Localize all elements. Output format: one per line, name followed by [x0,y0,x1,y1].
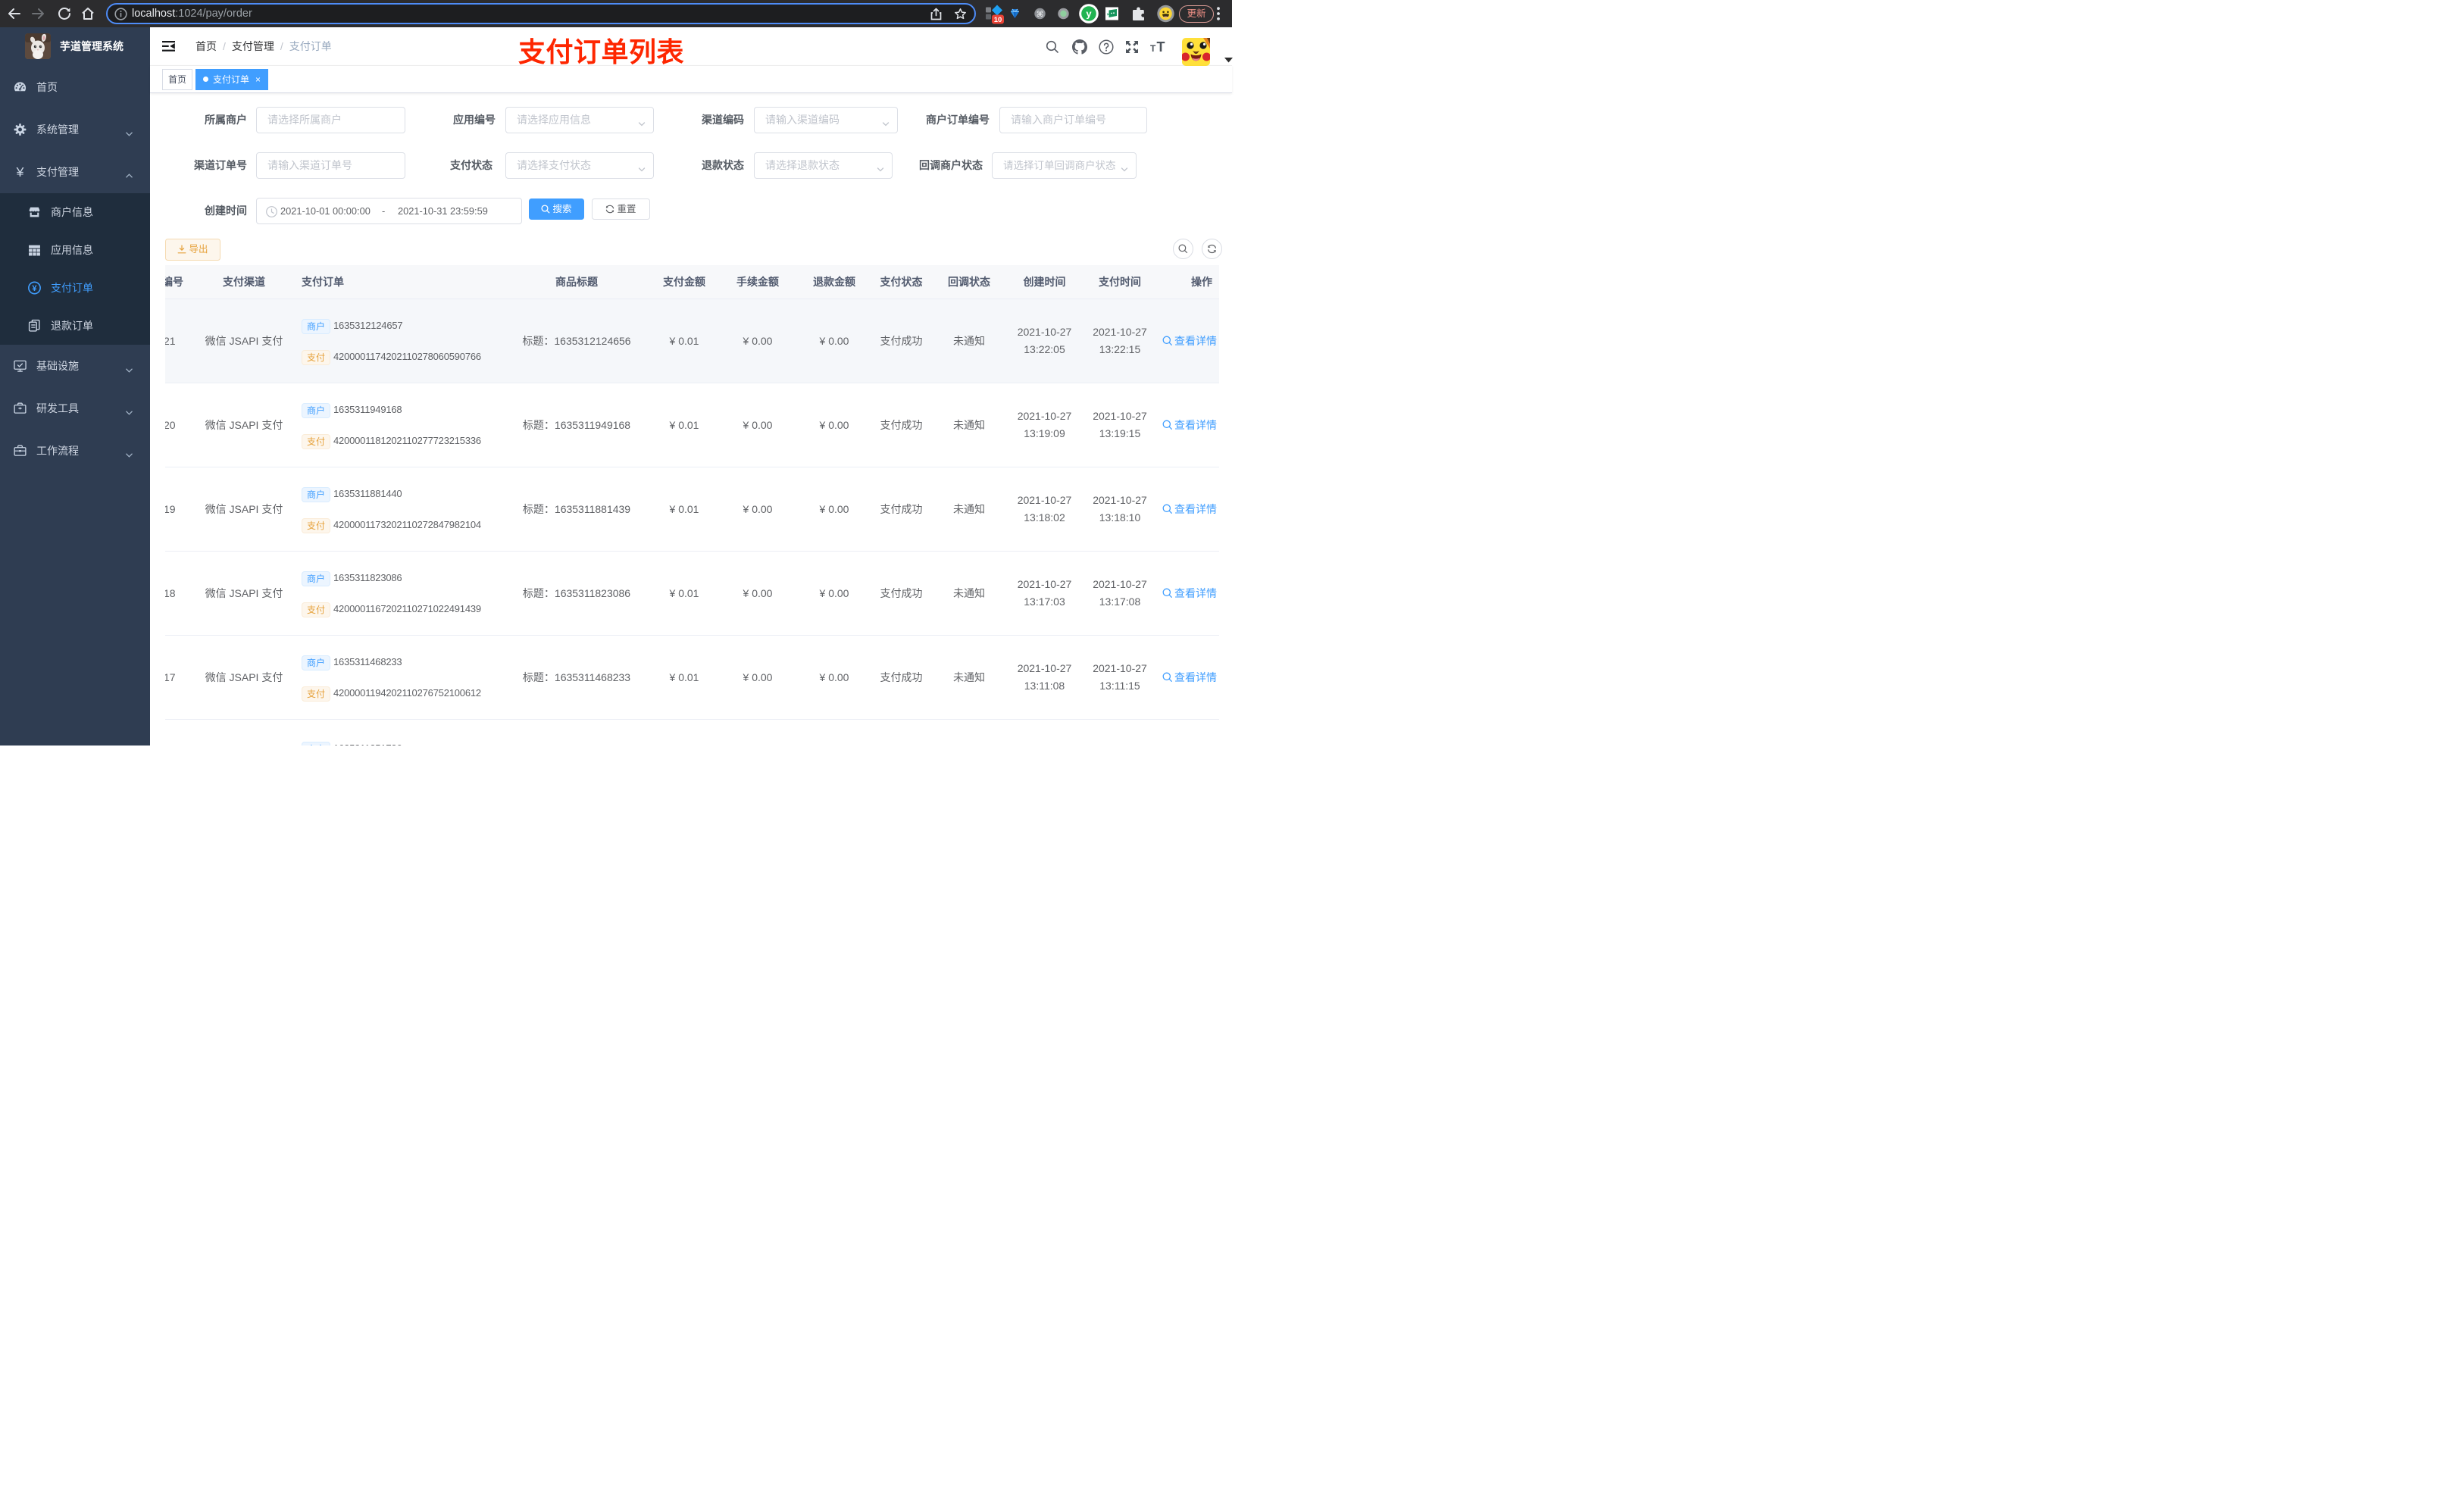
svg-text:10: 10 [994,16,1002,24]
svg-text:⌘: ⌘ [1037,11,1044,19]
svg-text:¥: ¥ [16,166,24,179]
svg-text:T: T [1157,40,1165,54]
svg-text:T: T [1150,43,1156,54]
svg-text:y: y [1086,8,1092,20]
svg-text:¥: ¥ [32,284,37,293]
